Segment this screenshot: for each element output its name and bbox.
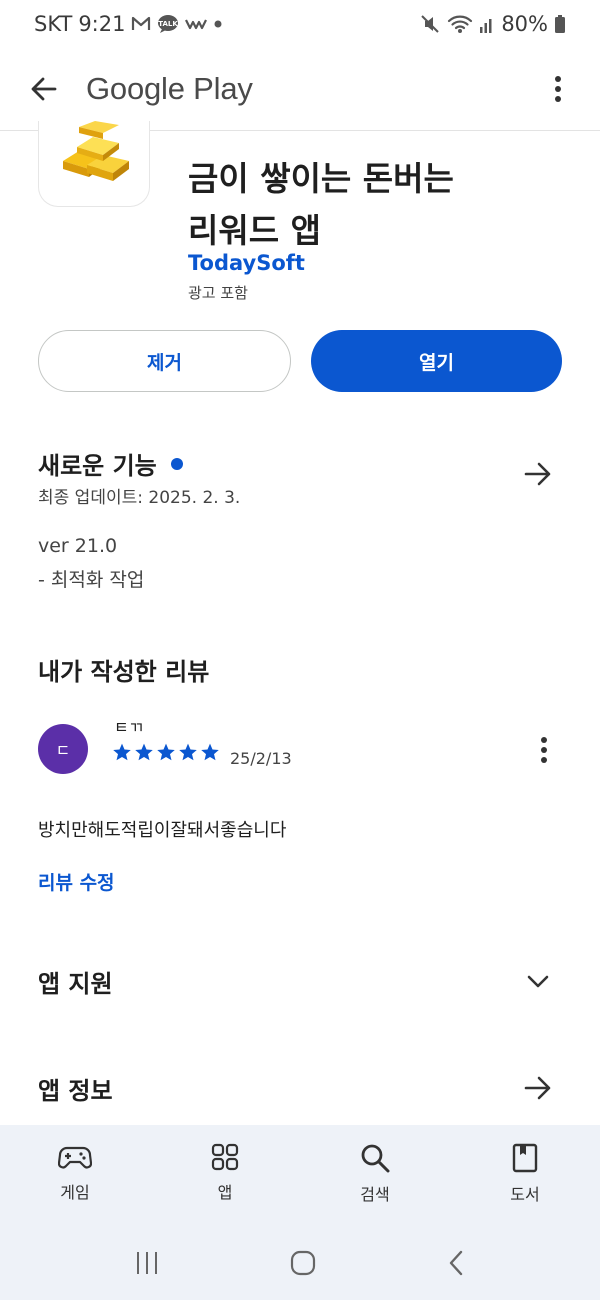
uninstall-button[interactable]: 제거 (38, 330, 291, 392)
release-note: - 최적화 작업 (38, 569, 145, 591)
recents-icon (137, 1252, 158, 1274)
home-icon (290, 1250, 316, 1276)
back-button[interactable] (16, 61, 72, 117)
gold-bars-icon (63, 121, 129, 181)
home-button[interactable] (289, 1249, 317, 1281)
nav-apps-label: 앱 (217, 1183, 233, 1202)
last-updated-label: 최종 업데이트: 2025. 2. 3. (38, 488, 241, 508)
mail-icon (131, 16, 151, 32)
nav-apps[interactable]: 앱 (150, 1125, 300, 1230)
search-icon (361, 1144, 390, 1173)
nav-books-label: 도서 (510, 1185, 540, 1204)
whats-new-header[interactable]: 새로운 기능 (38, 446, 183, 481)
battery-percent: 80% (501, 12, 548, 36)
star-icon (113, 743, 131, 761)
book-icon (512, 1143, 538, 1173)
nav-games-label: 게임 (60, 1183, 90, 1202)
notification-icon (185, 17, 208, 31)
star-icon (135, 743, 153, 761)
version-label: ver 21.0 (38, 535, 118, 557)
nav-books[interactable]: 도서 (450, 1125, 600, 1230)
more-vert-icon (541, 737, 547, 763)
system-back-button[interactable] (446, 1249, 466, 1281)
star-icon (157, 743, 175, 761)
wifi-icon (447, 13, 473, 35)
back-nav-icon (449, 1250, 462, 1276)
app-info-arrow-button[interactable] (514, 1064, 562, 1112)
open-button[interactable]: 열기 (311, 330, 562, 392)
gamepad-icon (58, 1146, 92, 1169)
signal-icon (479, 14, 495, 34)
edit-review-link[interactable]: 리뷰 수정 (38, 868, 115, 895)
recents-button[interactable] (134, 1250, 160, 1280)
reviewer-name: ㅌㄲ (114, 718, 144, 737)
action-buttons: 제거 열기 (38, 330, 562, 392)
store-title: Google Play (86, 71, 253, 106)
talk-icon: TALK (157, 14, 179, 34)
app-title: 금이 쌓이는 돈버는 리워드 앱 (188, 109, 568, 257)
app-title-line-2: 리워드 앱 (188, 211, 321, 250)
star-rating (112, 742, 220, 762)
app-support-expand-button[interactable] (514, 958, 562, 1006)
review-more-button[interactable] (526, 730, 562, 770)
nav-search-label: 검색 (360, 1185, 390, 1204)
contains-ads-label: 광고 포함 (188, 284, 248, 302)
mute-icon (419, 13, 441, 35)
avatar: ㄷ (38, 724, 88, 774)
app-support-title[interactable]: 앱 지원 (38, 964, 113, 999)
nav-search[interactable]: 검색 (300, 1125, 450, 1230)
clock: 9:21 (78, 12, 126, 36)
arrow-right-icon (524, 462, 551, 486)
apps-grid-icon (211, 1143, 239, 1171)
star-icon (179, 743, 197, 761)
battery-icon (554, 14, 566, 34)
arrow-right-icon (524, 1076, 551, 1100)
review-text: 방치만해도적립이잘돼서좋습니다 (38, 820, 287, 841)
bottom-navigation: 게임 앱 검색 도서 (0, 1125, 600, 1230)
developer-link[interactable]: TodaySoft (188, 251, 305, 275)
app-title-clipped-line (188, 109, 568, 153)
app-title-line-1: 금이 쌓이는 돈버는 (188, 159, 454, 198)
status-bar: SKT 9:21 TALK 80% (0, 0, 600, 48)
carrier-label: SKT (34, 12, 73, 36)
chevron-down-icon (527, 975, 549, 988)
svg-text:TALK: TALK (159, 20, 179, 28)
back-arrow-icon (31, 77, 57, 101)
more-vert-icon (555, 76, 561, 102)
app-info-title[interactable]: 앱 정보 (38, 1071, 113, 1106)
app-header: 금이 쌓이는 돈버는 리워드 앱 TodaySoft 광고 포함 (0, 121, 600, 311)
app-icon (38, 121, 150, 207)
new-indicator-dot (170, 458, 183, 470)
more-notifications-dot-icon (213, 19, 223, 29)
whats-new-title: 새로운 기능 (38, 452, 157, 480)
my-review-title: 내가 작성한 리뷰 (38, 658, 210, 686)
review-date: 25/2/13 (230, 749, 292, 768)
system-navigation-bar (0, 1230, 600, 1300)
star-icon (201, 743, 219, 761)
nav-games[interactable]: 게임 (0, 1125, 150, 1230)
whats-new-arrow-button[interactable] (514, 450, 562, 498)
